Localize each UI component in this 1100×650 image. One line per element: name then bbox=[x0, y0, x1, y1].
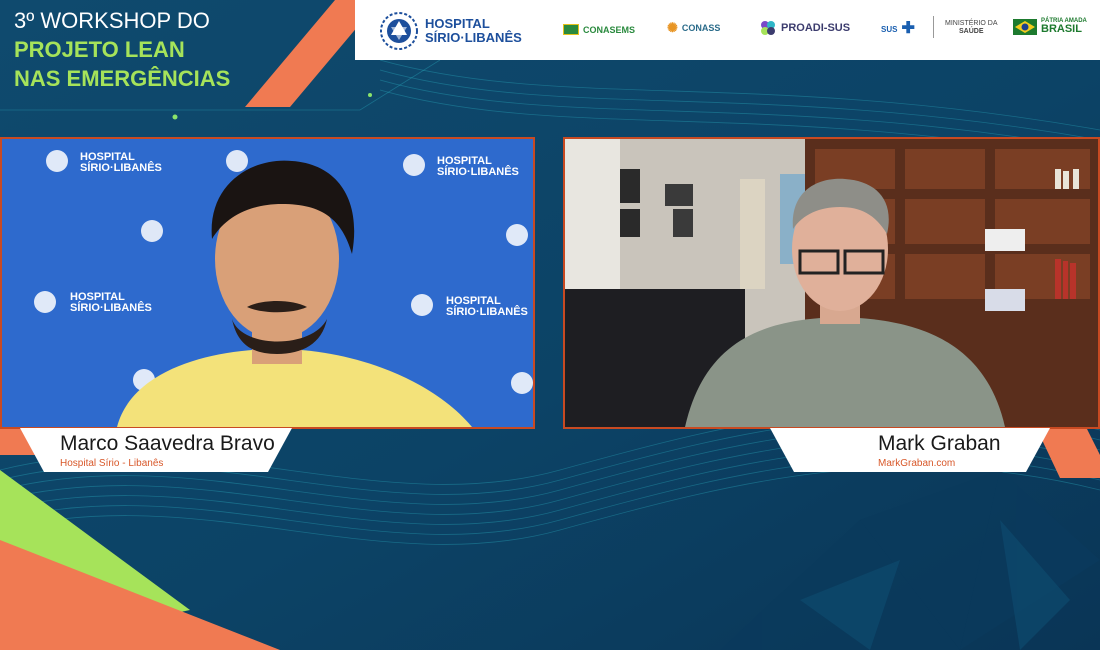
participant-name-mark: Mark Graban bbox=[878, 432, 1001, 455]
sus-label: SUS bbox=[881, 24, 898, 34]
participant-video-mark[interactable] bbox=[563, 137, 1100, 429]
conass-label: CONASS bbox=[681, 23, 721, 33]
logo-divider bbox=[933, 16, 934, 38]
proadi-logo: PROADI-SUS bbox=[759, 19, 850, 37]
backdrop-text-3: HOSPITAL SÍRIO·LIBANÊS bbox=[70, 292, 152, 314]
event-title-line1: 3º WORKSHOP DO bbox=[14, 8, 210, 33]
backdrop-line2: SÍRIO·LIBANÊS bbox=[437, 166, 519, 178]
home-office-scene bbox=[565, 139, 1098, 427]
event-title: 3º WORKSHOP DO PROJETO LEAN NAS EMERGÊNC… bbox=[14, 6, 230, 93]
hospital-emblem-icon bbox=[380, 12, 418, 50]
backdrop-text-4: HOSPITAL SÍRIO·LIBANÊS bbox=[446, 296, 528, 318]
sus-cross-icon: ✚ bbox=[901, 20, 915, 37]
backdrop-text-2: HOSPITAL SÍRIO·LIBANÊS bbox=[437, 156, 519, 178]
participant-video-marco[interactable]: HOSPITAL SÍRIO·LIBANÊS HOSPITAL SÍRIO·LI… bbox=[0, 137, 535, 429]
participant-name-marco: Marco Saavedra Bravo bbox=[60, 432, 275, 455]
ministerio-logo: MINISTÉRIO DA SAÚDE bbox=[945, 20, 998, 36]
conasems-label: CONASEMS bbox=[583, 24, 636, 35]
conasems-flag-icon bbox=[563, 24, 579, 35]
brasil-logo: PÁTRIA AMADA BRASIL bbox=[1013, 18, 1087, 35]
backdrop-pattern bbox=[2, 139, 533, 427]
backdrop-line2: SÍRIO·LIBANÊS bbox=[70, 302, 152, 314]
ministerio-line1: MINISTÉRIO DA bbox=[945, 20, 998, 27]
backdrop-line2: SÍRIO·LIBANÊS bbox=[80, 162, 162, 174]
participant-affiliation-marco: Hospital Sírio - Libanês bbox=[60, 458, 164, 469]
proadi-label: PROADI-SUS bbox=[781, 22, 851, 34]
sus-logo: SUS ✚ bbox=[881, 21, 915, 37]
proadi-puzzle-icon bbox=[761, 21, 775, 35]
participant-affiliation-mark: MarkGraban.com bbox=[878, 458, 956, 469]
backdrop-line2: SÍRIO·LIBANÊS bbox=[446, 306, 528, 318]
event-title-line3: NAS EMERGÊNCIAS bbox=[14, 66, 231, 91]
conass-logo: ✺ CONASS bbox=[667, 20, 720, 36]
sponsor-logo-bar: HOSPITAL SÍRIO·LIBANÊS CONASEMS ✺ CONASS… bbox=[355, 0, 1100, 60]
hospital-logo-line1: HOSPITAL bbox=[425, 16, 490, 31]
conasems-logo: CONASEMS bbox=[563, 24, 635, 35]
conass-sun-icon: ✺ bbox=[667, 20, 678, 35]
brasil-line2: BRASIL bbox=[1041, 23, 1082, 35]
brazil-flag-icon bbox=[1013, 18, 1037, 35]
ministerio-line2: SAÚDE bbox=[959, 28, 984, 35]
backdrop-text-1: HOSPITAL SÍRIO·LIBANÊS bbox=[80, 152, 162, 174]
event-title-line2: PROJETO LEAN bbox=[14, 37, 185, 62]
hospital-logo-line2: SÍRIO·LIBANÊS bbox=[425, 30, 522, 45]
hospital-logo: HOSPITAL SÍRIO·LIBANÊS bbox=[377, 11, 522, 51]
